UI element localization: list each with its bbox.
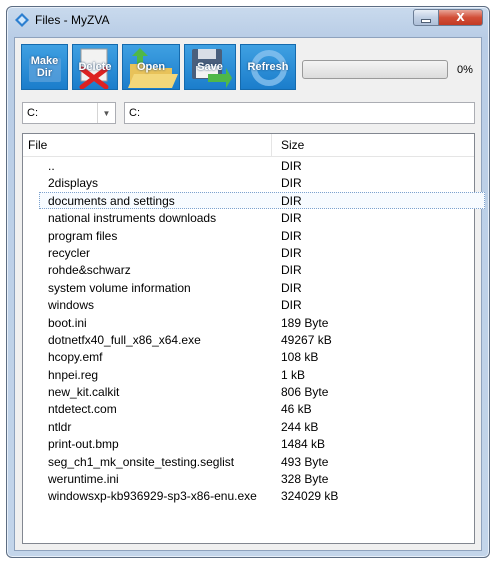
open-label: Open: [136, 61, 166, 73]
file-size: 244 kB: [281, 419, 319, 434]
file-size: 108 kB: [281, 350, 319, 365]
file-name: windowsxp-kb936929-sp3-x86-enu.exe: [48, 489, 257, 504]
file-name: hnpei.reg: [48, 367, 99, 382]
window-title: Files - MyZVA: [35, 13, 110, 27]
progress-bar: [302, 60, 448, 79]
file-size: 189 Byte: [281, 315, 329, 330]
file-name: documents and settings: [48, 193, 175, 208]
file-name: hcopy.emf: [48, 350, 103, 365]
list-item[interactable]: dotnetfx40_full_x86_x64.exe 49267 kB: [23, 331, 474, 348]
column-header-size[interactable]: Size: [281, 138, 304, 152]
file-name: weruntime.ini: [48, 472, 119, 487]
list-item[interactable]: rohde&schwarz DIR: [23, 261, 474, 278]
file-size: 324029 kB: [281, 489, 339, 504]
file-size: DIR: [281, 245, 302, 260]
list-item[interactable]: hcopy.emf 108 kB: [23, 348, 474, 365]
list-header: File Size: [23, 134, 474, 157]
list-item[interactable]: program files DIR: [23, 227, 474, 244]
file-size: DIR: [281, 280, 302, 295]
list-item[interactable]: seg_ch1_mk_onsite_testing.seglist 493 Byt…: [23, 453, 474, 470]
file-size: 328 Byte: [281, 472, 329, 487]
refresh-label: Refresh: [247, 61, 289, 73]
file-size: DIR: [281, 228, 302, 243]
file-name: windows: [48, 298, 95, 313]
path-input[interactable]: C:: [124, 102, 475, 124]
list-item[interactable]: documents and settings DIR: [23, 191, 485, 210]
list-item[interactable]: windows DIR: [23, 296, 474, 313]
list-item[interactable]: weruntime.ini 328 Byte: [23, 470, 474, 487]
file-name: national instruments downloads: [48, 211, 217, 226]
file-name: recycler: [48, 245, 91, 260]
client-area: Make Dir Delete Open Save Refresh 0% C: …: [14, 37, 485, 551]
list-item[interactable]: boot.ini 189 Byte: [23, 314, 474, 331]
file-name: new_kit.calkit: [48, 385, 120, 400]
file-size: 806 Byte: [281, 385, 329, 400]
file-name: dotnetfx40_full_x86_x64.exe: [48, 332, 201, 347]
file-size: 493 Byte: [281, 454, 329, 469]
list-item[interactable]: ntdetect.com 46 kB: [23, 400, 474, 417]
file-list[interactable]: File Size .. DIR 2displays DIR documents and…: [22, 133, 485, 544]
list-item[interactable]: recycler DIR: [23, 244, 474, 261]
make-dir-label-1: Make: [30, 55, 59, 67]
file-name: ntldr: [48, 419, 72, 434]
list-item[interactable]: print-out.bmp 1484 kB: [23, 435, 474, 452]
file-name: print-out.bmp: [48, 437, 119, 452]
file-size: 1 kB: [281, 367, 306, 382]
file-name: boot.ini: [48, 315, 87, 330]
file-rows: .. DIR 2displays DIR documents and settings D…: [23, 157, 485, 505]
title-bar[interactable]: Files - MyZVA X: [7, 7, 489, 33]
file-name: program files: [48, 228, 118, 243]
file-name: ..: [48, 159, 55, 173]
file-name: seg_ch1_mk_onsite_testing.seglist: [48, 454, 235, 469]
diamond-app-icon: [15, 13, 29, 27]
save-label: Save: [197, 61, 223, 73]
minimize-button[interactable]: [413, 9, 439, 26]
list-item[interactable]: system volume information DIR: [23, 279, 474, 296]
open-button[interactable]: Open: [122, 44, 180, 90]
column-header-file[interactable]: File: [28, 138, 47, 152]
list-item[interactable]: new_kit.calkit 806 Byte: [23, 383, 474, 400]
make-dir-label-2: Dir: [36, 67, 53, 79]
file-size: 46 kB: [281, 402, 312, 417]
drive-select-value: C:: [27, 107, 38, 119]
list-item[interactable]: national instruments downloads DIR: [23, 209, 474, 226]
drive-select[interactable]: C: ▼: [22, 102, 116, 124]
list-item[interactable]: windowsxp-kb936929-sp3-x86-enu.exe 324029…: [23, 487, 474, 504]
path-input-value: C:: [129, 107, 140, 119]
file-size: DIR: [281, 176, 302, 191]
file-size: DIR: [281, 193, 302, 208]
minimize-icon: [421, 18, 431, 23]
file-size: 1484 kB: [281, 437, 326, 452]
progress-percent: 0%: [457, 64, 473, 76]
file-name: system volume information: [48, 280, 191, 295]
file-size: DIR: [281, 298, 302, 313]
file-name: 2displays: [48, 176, 99, 191]
chevron-down-icon[interactable]: ▼: [97, 103, 115, 123]
refresh-button[interactable]: Refresh: [240, 44, 296, 90]
file-size: DIR: [281, 211, 302, 226]
list-item[interactable]: .. DIR: [23, 157, 474, 174]
column-divider[interactable]: [271, 134, 272, 156]
save-button[interactable]: Save: [184, 44, 236, 90]
make-dir-button[interactable]: Make Dir: [21, 44, 68, 90]
file-name: rohde&schwarz: [48, 263, 131, 278]
list-item[interactable]: hnpei.reg 1 kB: [23, 366, 474, 383]
list-item[interactable]: ntldr 244 kB: [23, 418, 474, 435]
delete-button[interactable]: Delete: [72, 44, 118, 90]
file-size: DIR: [281, 263, 302, 278]
file-name: ntdetect.com: [48, 402, 117, 417]
list-item[interactable]: 2displays DIR: [23, 174, 474, 191]
close-button[interactable]: X: [439, 9, 483, 26]
delete-label: Delete: [78, 61, 112, 73]
close-icon: X: [456, 11, 465, 24]
file-size: 49267 kB: [281, 332, 332, 347]
file-size: DIR: [281, 159, 302, 173]
files-window: Files - MyZVA X Make Dir Delete Open Sav…: [6, 6, 490, 558]
